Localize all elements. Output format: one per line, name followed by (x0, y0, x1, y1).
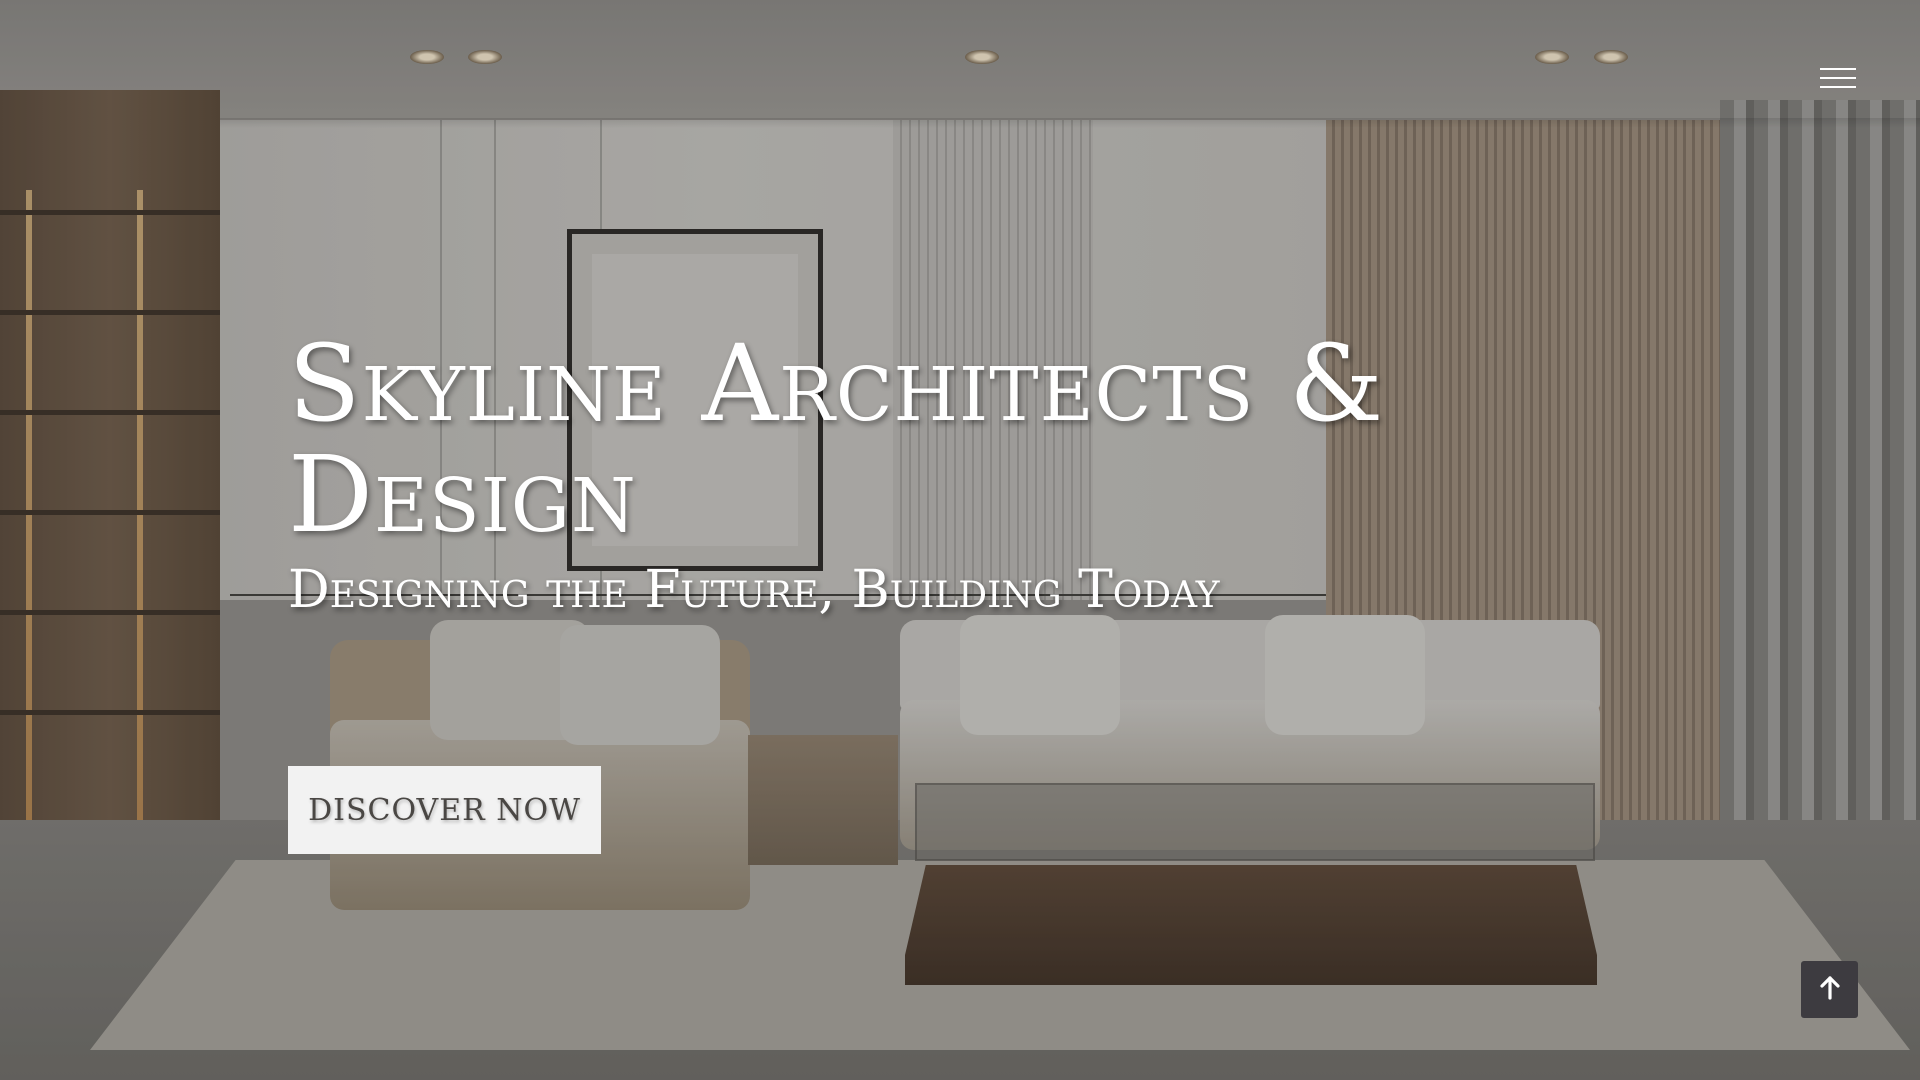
arrow-up-icon (1819, 976, 1841, 1003)
menu-bar (1820, 77, 1856, 79)
menu-bar (1820, 68, 1856, 70)
menu-bar (1820, 86, 1856, 88)
menu-button[interactable] (1812, 62, 1858, 96)
hero-subtitle: Designing the Future, Building Today (288, 560, 1220, 620)
hero-content: Skyline Architects & Design Designing th… (288, 328, 1388, 620)
hero-title: Skyline Architects & Design (288, 322, 1385, 556)
discover-now-button[interactable]: DISCOVER NOW (288, 766, 601, 854)
scroll-to-top-button[interactable] (1801, 961, 1858, 1018)
